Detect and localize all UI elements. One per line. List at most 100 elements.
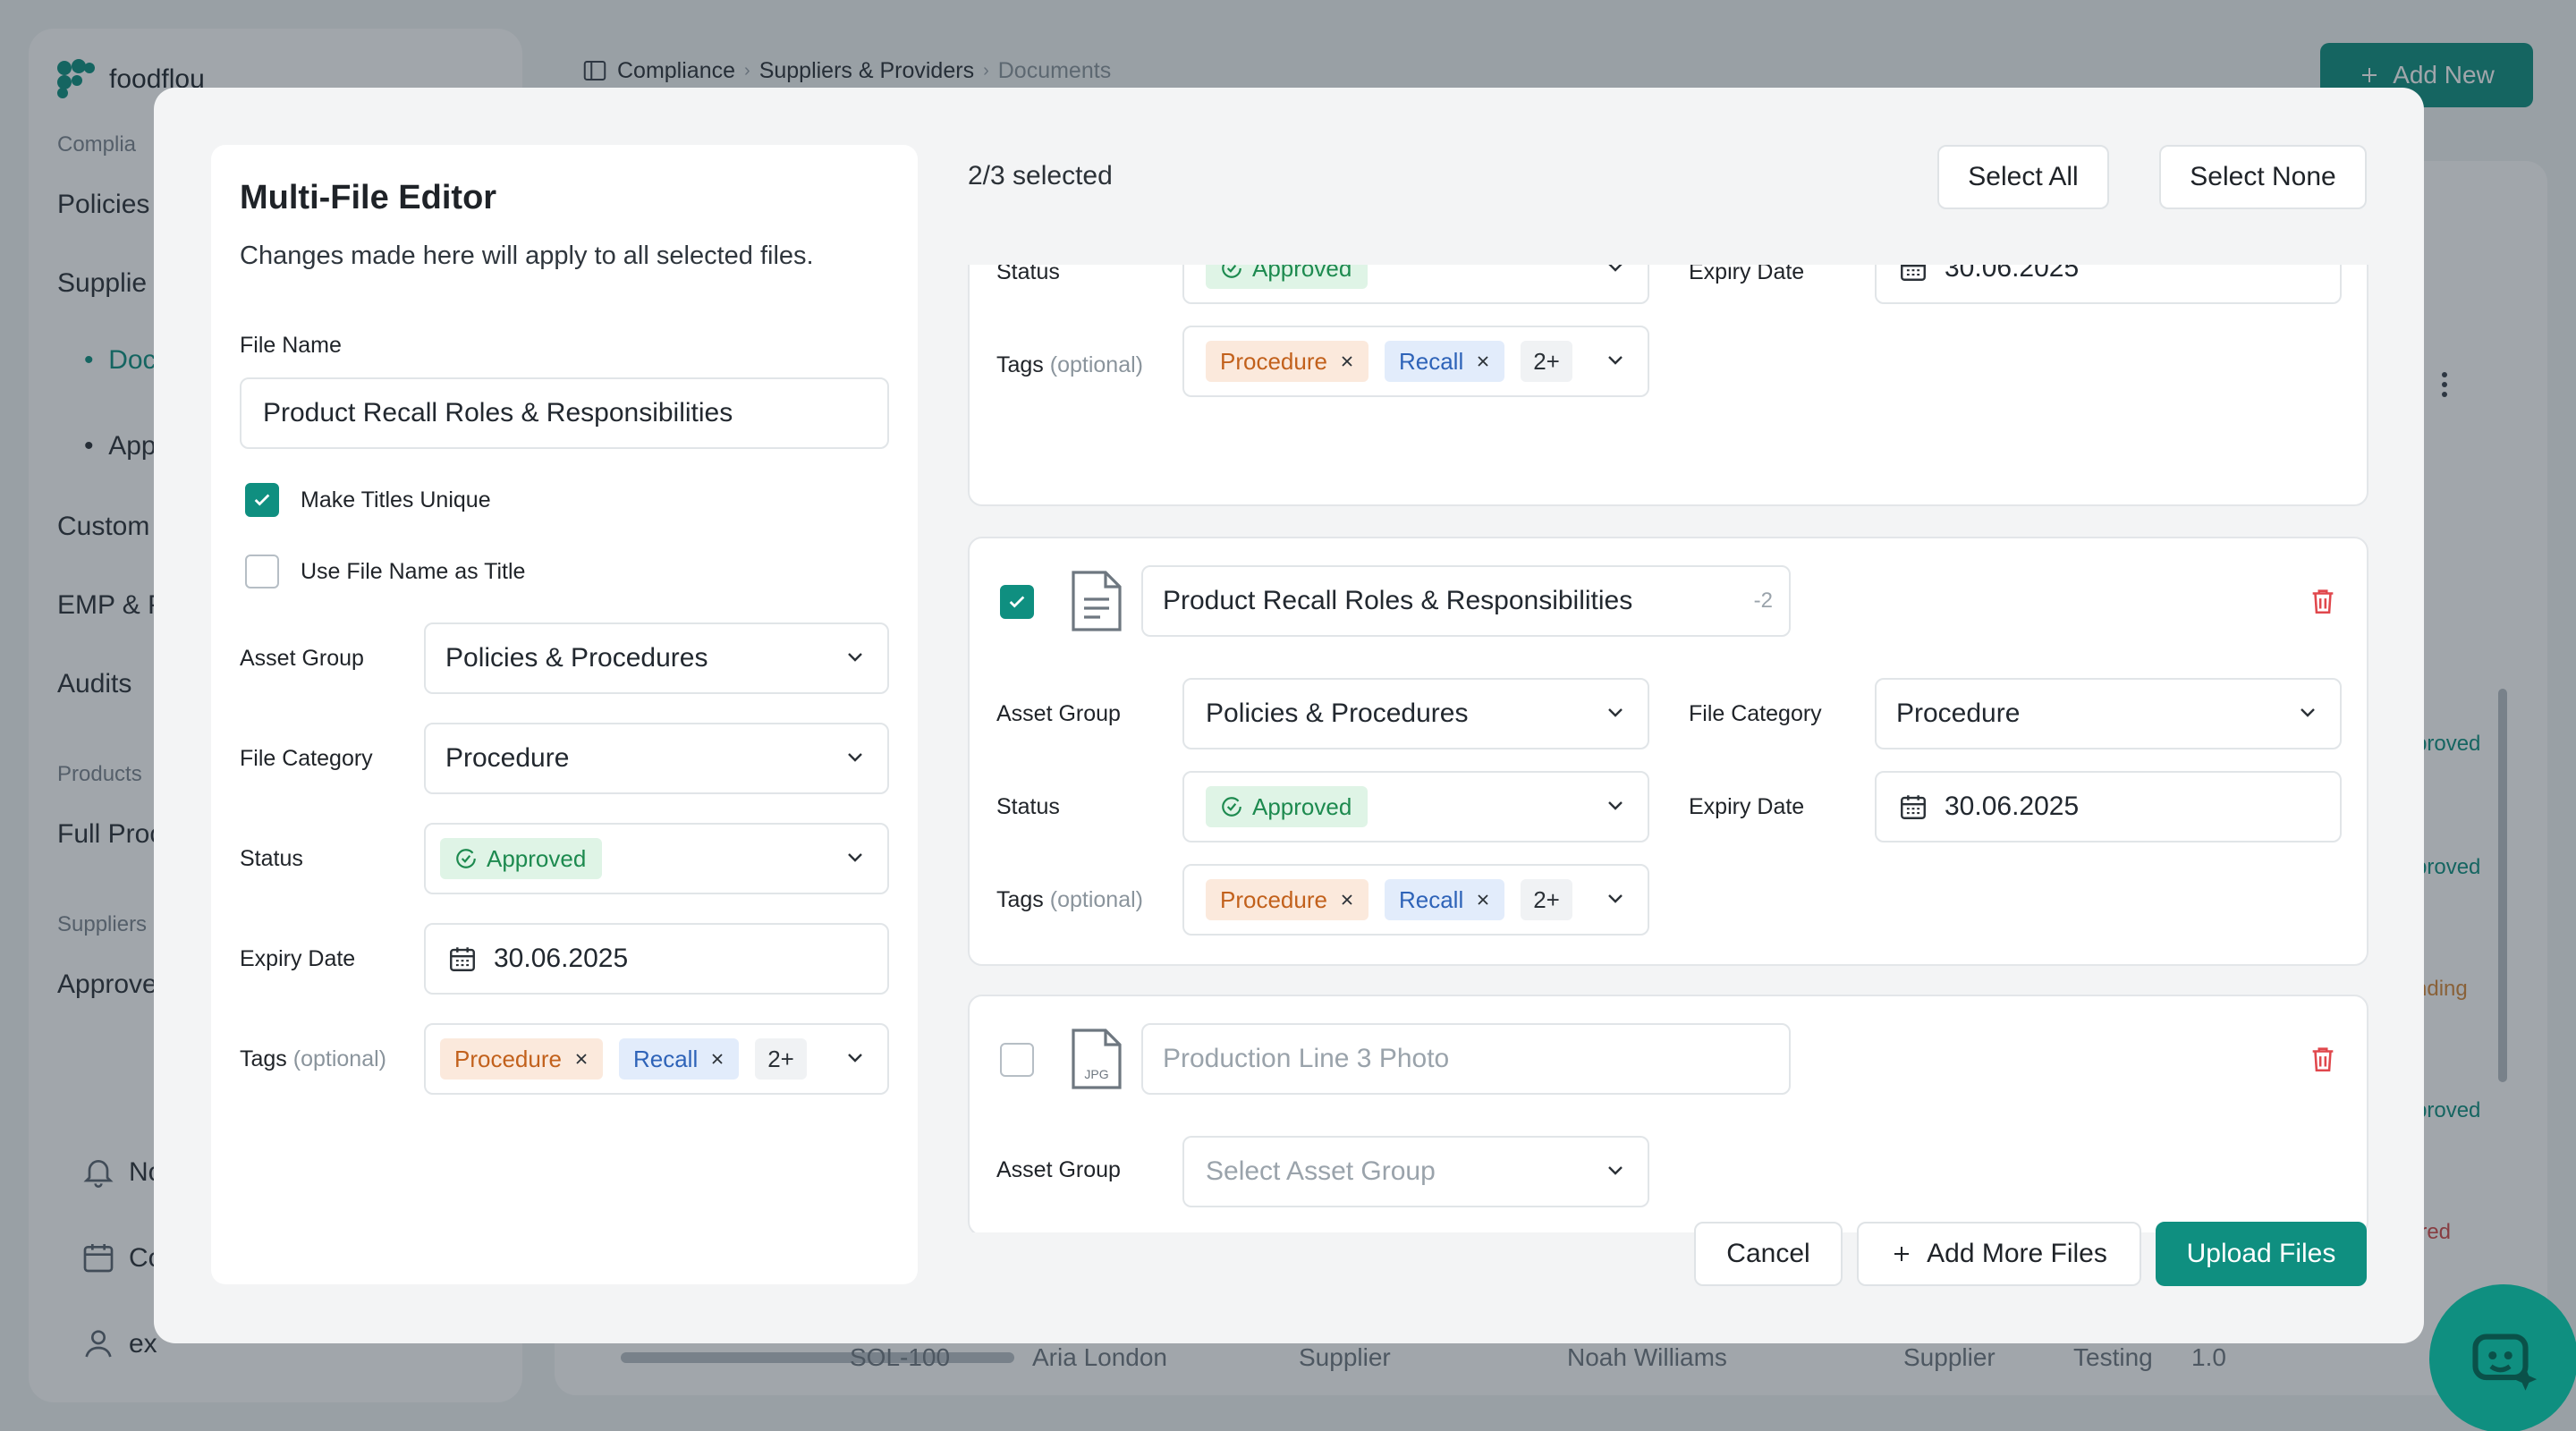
chevron-down-icon: [1608, 265, 1623, 272]
status-label: Status: [996, 265, 1060, 284]
cancel-button[interactable]: Cancel: [1694, 1222, 1843, 1286]
use-file-name-row[interactable]: Use File Name as Title: [245, 555, 525, 588]
make-titles-unique-checkbox[interactable]: [245, 483, 279, 517]
trash-icon[interactable]: [2308, 585, 2338, 617]
more-tags-count[interactable]: 2+: [1521, 341, 1572, 382]
status-select[interactable]: Approved: [1182, 265, 1649, 304]
close-icon[interactable]: [1476, 893, 1490, 907]
more-tags-count[interactable]: 2+: [755, 1038, 807, 1080]
use-file-name-label: Use File Name as Title: [301, 558, 526, 584]
selection-count: 2/3 selected: [968, 161, 1113, 191]
expiry-date-value: 30.06.2025: [1945, 792, 2080, 821]
file-name-input[interactable]: Product Recall Roles & Responsibilities: [240, 377, 889, 449]
file-name-input[interactable]: Production Line 3 Photo: [1141, 1023, 1791, 1095]
expiry-date-value: 30.06.2025: [1945, 265, 2080, 283]
status-value: Approved: [487, 844, 587, 872]
close-icon[interactable]: [1340, 893, 1354, 907]
expiry-date-value: 30.06.2025: [494, 944, 629, 973]
close-icon[interactable]: [710, 1052, 724, 1066]
plus-icon: [1894, 1247, 1910, 1261]
expiry-date-input[interactable]: 30.06.2025: [424, 923, 889, 995]
document-icon: [1072, 571, 1122, 631]
chat-bot-icon: [2472, 1334, 2538, 1391]
file-card: Product Recall Roles & Responsibilities …: [968, 537, 2368, 966]
asset-group-label: Asset Group: [996, 701, 1121, 726]
calendar-icon: [1901, 265, 1926, 281]
tag-chip[interactable]: Recall: [618, 1038, 740, 1080]
select-none-button[interactable]: Select None: [2159, 145, 2367, 209]
status-select[interactable]: Approved: [1182, 771, 1649, 843]
expiry-date-input[interactable]: 30.06.2025: [1875, 771, 2342, 843]
file-category-label: File Category: [1689, 701, 1822, 726]
tag-chip[interactable]: Procedure: [1206, 879, 1368, 920]
file-name-input[interactable]: Product Recall Roles & Responsibilities …: [1141, 565, 1791, 637]
tag-chip[interactable]: Procedure: [440, 1038, 603, 1080]
expiry-date-input[interactable]: 30.06.2025: [1875, 265, 2342, 304]
file-name-label: File Name: [240, 333, 342, 358]
status-value: Approved: [1252, 265, 1352, 282]
tag-chip[interactable]: Procedure: [1206, 341, 1368, 382]
chevron-down-icon: [1608, 1166, 1623, 1175]
use-file-name-checkbox[interactable]: [245, 555, 279, 588]
title-suffix: -2: [1753, 588, 1773, 613]
tags-select[interactable]: Procedure Recall 2+: [424, 1023, 889, 1095]
tags-label: Tags (optional): [996, 352, 1143, 377]
tags-label: Tags (optional): [996, 887, 1143, 912]
file-card: Status Approved Expiry Date 30.06.2025 T…: [968, 265, 2368, 506]
status-badge: Approved: [440, 838, 603, 879]
status-label: Status: [996, 794, 1060, 819]
tag-chip[interactable]: Recall: [1384, 341, 1505, 382]
asset-group-label: Asset Group: [240, 646, 364, 671]
check-icon: [254, 494, 270, 506]
asset-group-select[interactable]: Policies & Procedures: [424, 622, 889, 694]
add-more-files-button[interactable]: Add More Files: [1857, 1222, 2141, 1286]
status-badge: Approved: [1206, 786, 1368, 827]
chevron-down-icon: [2301, 708, 2315, 717]
upload-files-button[interactable]: Upload Files: [2156, 1222, 2367, 1286]
tags-select[interactable]: Procedure Recall 2+: [1182, 326, 1649, 397]
close-icon[interactable]: [1476, 354, 1490, 368]
calendar-icon: [450, 947, 475, 971]
file-category-select[interactable]: Procedure: [424, 723, 889, 794]
asset-group-label: Asset Group: [996, 1157, 1121, 1182]
close-icon[interactable]: [574, 1052, 589, 1066]
file-name-value: Product Recall Roles & Responsibilities: [1163, 586, 1633, 615]
close-icon[interactable]: [1340, 354, 1354, 368]
check-icon: [1009, 596, 1025, 608]
check-circle-icon: [1222, 797, 1241, 817]
tag-chip[interactable]: Recall: [1384, 879, 1505, 920]
status-label: Status: [240, 846, 303, 871]
file-category-value: Procedure: [1896, 699, 2021, 728]
check-circle-icon: [456, 849, 476, 868]
file-select-checkbox[interactable]: [1000, 585, 1034, 619]
trash-icon[interactable]: [2308, 1043, 2338, 1075]
asset-group-select[interactable]: Policies & Procedures: [1182, 678, 1649, 749]
check-circle-icon: [1222, 265, 1241, 278]
status-select[interactable]: Approved: [424, 823, 889, 894]
file-list[interactable]: Status Approved Expiry Date 30.06.2025 T…: [968, 265, 2368, 1232]
file-category-select[interactable]: Procedure: [1875, 678, 2342, 749]
file-name-placeholder: Production Line 3 Photo: [1163, 1044, 1450, 1073]
tags-select[interactable]: Procedure Recall 2+: [1182, 864, 1649, 936]
select-all-button[interactable]: Select All: [1937, 145, 2109, 209]
make-titles-unique-row[interactable]: Make Titles Unique: [245, 483, 491, 517]
chevron-down-icon: [1608, 708, 1623, 717]
file-category-label: File Category: [240, 746, 373, 771]
chevron-down-icon: [1608, 356, 1623, 365]
multi-file-upload-modal: Multi-File Editor Changes made here will…: [154, 88, 2424, 1343]
asset-group-value: Policies & Procedures: [1206, 699, 1469, 728]
jpg-file-icon: JPG: [1072, 1029, 1122, 1089]
file-select-checkbox[interactable]: [1000, 1043, 1034, 1077]
asset-group-select[interactable]: Select Asset Group: [1182, 1136, 1649, 1207]
chat-assistant-button[interactable]: [2429, 1284, 2576, 1431]
chevron-down-icon: [848, 753, 862, 762]
editor-subtitle: Changes made here will apply to all sele…: [240, 241, 814, 270]
expiry-date-label: Expiry Date: [1689, 794, 1805, 819]
file-category-value: Procedure: [445, 743, 570, 773]
file-card: JPG Production Line 3 Photo Asset Group …: [968, 995, 2368, 1232]
chevron-down-icon: [1608, 801, 1623, 810]
more-tags-count[interactable]: 2+: [1521, 879, 1572, 920]
calendar-icon: [1901, 795, 1926, 819]
chevron-down-icon: [848, 853, 862, 862]
expiry-date-label: Expiry Date: [240, 946, 356, 971]
